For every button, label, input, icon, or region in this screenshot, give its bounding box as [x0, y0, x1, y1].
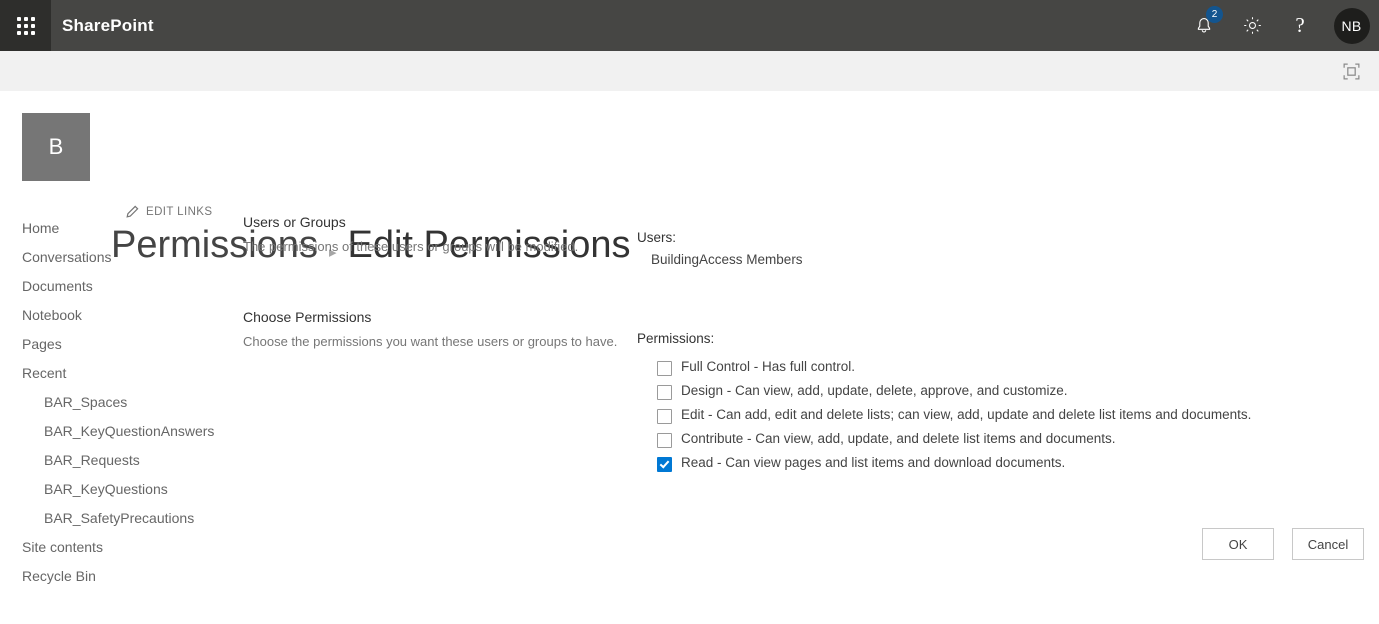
- avatar: NB: [1333, 7, 1370, 44]
- dialog-actions: OK Cancel: [1202, 528, 1364, 560]
- sidebar-item-recycle-bin[interactable]: Recycle Bin: [22, 562, 197, 591]
- sidebar-item-documents[interactable]: Documents: [22, 272, 197, 301]
- focus-on-content-button[interactable]: [1331, 51, 1371, 91]
- sidebar-item-recent[interactable]: Recent: [22, 359, 197, 388]
- app-launcher-button[interactable]: [0, 0, 51, 51]
- users-label: Users:: [637, 230, 677, 245]
- choose-permissions-section: Choose Permissions Choose the permission…: [243, 309, 618, 350]
- checkbox-full-control[interactable]: [657, 361, 672, 376]
- suite-brand-sharepoint[interactable]: SharePoint: [62, 16, 154, 36]
- ok-button[interactable]: OK: [1202, 528, 1274, 560]
- sub-bar: [0, 51, 1379, 91]
- site-logo[interactable]: B: [22, 113, 90, 181]
- permission-row-read[interactable]: Read - Can view pages and list items and…: [657, 451, 1337, 475]
- users-or-groups-description: The permissions of these users or groups…: [243, 239, 579, 254]
- checkbox-edit[interactable]: [657, 409, 672, 424]
- suite-bar-actions: 2 ? NB: [1180, 0, 1379, 51]
- permissions-form: Users: BuildingAccess Members Permission…: [637, 230, 1337, 475]
- checkbox-design[interactable]: [657, 385, 672, 400]
- sidebar-item-pages[interactable]: Pages: [22, 330, 197, 359]
- permission-row-contribute[interactable]: Contribute - Can view, add, update, and …: [657, 427, 1337, 451]
- permission-row-design[interactable]: Design - Can view, add, update, delete, …: [657, 379, 1337, 403]
- permissions-label: Permissions:: [637, 331, 715, 346]
- user-menu-button[interactable]: NB: [1324, 0, 1379, 51]
- site-header: B EDIT LINKS Permissions ▸ Edit Permissi…: [0, 91, 1379, 266]
- sidebar-item-site-contents[interactable]: Site contents: [22, 533, 197, 562]
- permission-label-contribute: Contribute - Can view, add, update, and …: [681, 431, 1116, 446]
- permission-label-design: Design - Can view, add, update, delete, …: [681, 383, 1068, 398]
- sidebar-item-bar-spaces[interactable]: BAR_Spaces: [22, 388, 197, 417]
- permission-label-full-control: Full Control - Has full control.: [681, 359, 856, 374]
- permission-row-full-control[interactable]: Full Control - Has full control.: [657, 355, 1337, 379]
- sidebar-item-bar-requests[interactable]: BAR_Requests: [22, 446, 197, 475]
- notifications-button[interactable]: 2: [1180, 0, 1228, 51]
- left-navigation: Home Conversations Documents Notebook Pa…: [22, 214, 222, 591]
- sidebar-item-bar-keyquestionanswers[interactable]: BAR_KeyQuestionAnswers: [22, 417, 214, 446]
- users-or-groups-section: Users or Groups The permissions of these…: [243, 214, 618, 255]
- gear-icon: [1243, 17, 1261, 34]
- focus-icon: [1343, 63, 1359, 79]
- permission-label-edit: Edit - Can add, edit and delete lists; c…: [681, 407, 1252, 422]
- sidebar-item-notebook[interactable]: Notebook: [22, 301, 197, 330]
- cancel-button[interactable]: Cancel: [1292, 528, 1364, 560]
- sidebar-item-home[interactable]: Home: [22, 214, 197, 243]
- checkbox-read[interactable]: [657, 457, 672, 472]
- question-mark-icon: ?: [1295, 13, 1305, 37]
- suite-bar: SharePoint 2 ? NB: [0, 0, 1379, 51]
- help-button[interactable]: ?: [1276, 0, 1324, 51]
- checkbox-contribute[interactable]: [657, 433, 672, 448]
- section-descriptions: Users or Groups The permissions of these…: [243, 214, 618, 350]
- permission-row-edit[interactable]: Edit - Can add, edit and delete lists; c…: [657, 403, 1337, 427]
- users-or-groups-heading: Users or Groups: [243, 214, 346, 230]
- sidebar-item-bar-keyquestions[interactable]: BAR_KeyQuestions: [22, 475, 197, 504]
- permissions-checkbox-list: Full Control - Has full control. Design …: [637, 355, 1337, 475]
- sidebar-item-bar-safetyprecautions[interactable]: BAR_SafetyPrecautions: [22, 504, 197, 533]
- settings-button[interactable]: [1228, 0, 1276, 51]
- sidebar-item-conversations[interactable]: Conversations: [22, 243, 197, 272]
- waffle-icon: [16, 16, 35, 35]
- choose-permissions-description: Choose the permissions you want these us…: [243, 334, 618, 349]
- permission-label-read: Read - Can view pages and list items and…: [681, 455, 1066, 470]
- users-value: BuildingAccess Members: [651, 252, 803, 267]
- choose-permissions-heading: Choose Permissions: [243, 309, 372, 325]
- notification-badge: 2: [1206, 6, 1223, 23]
